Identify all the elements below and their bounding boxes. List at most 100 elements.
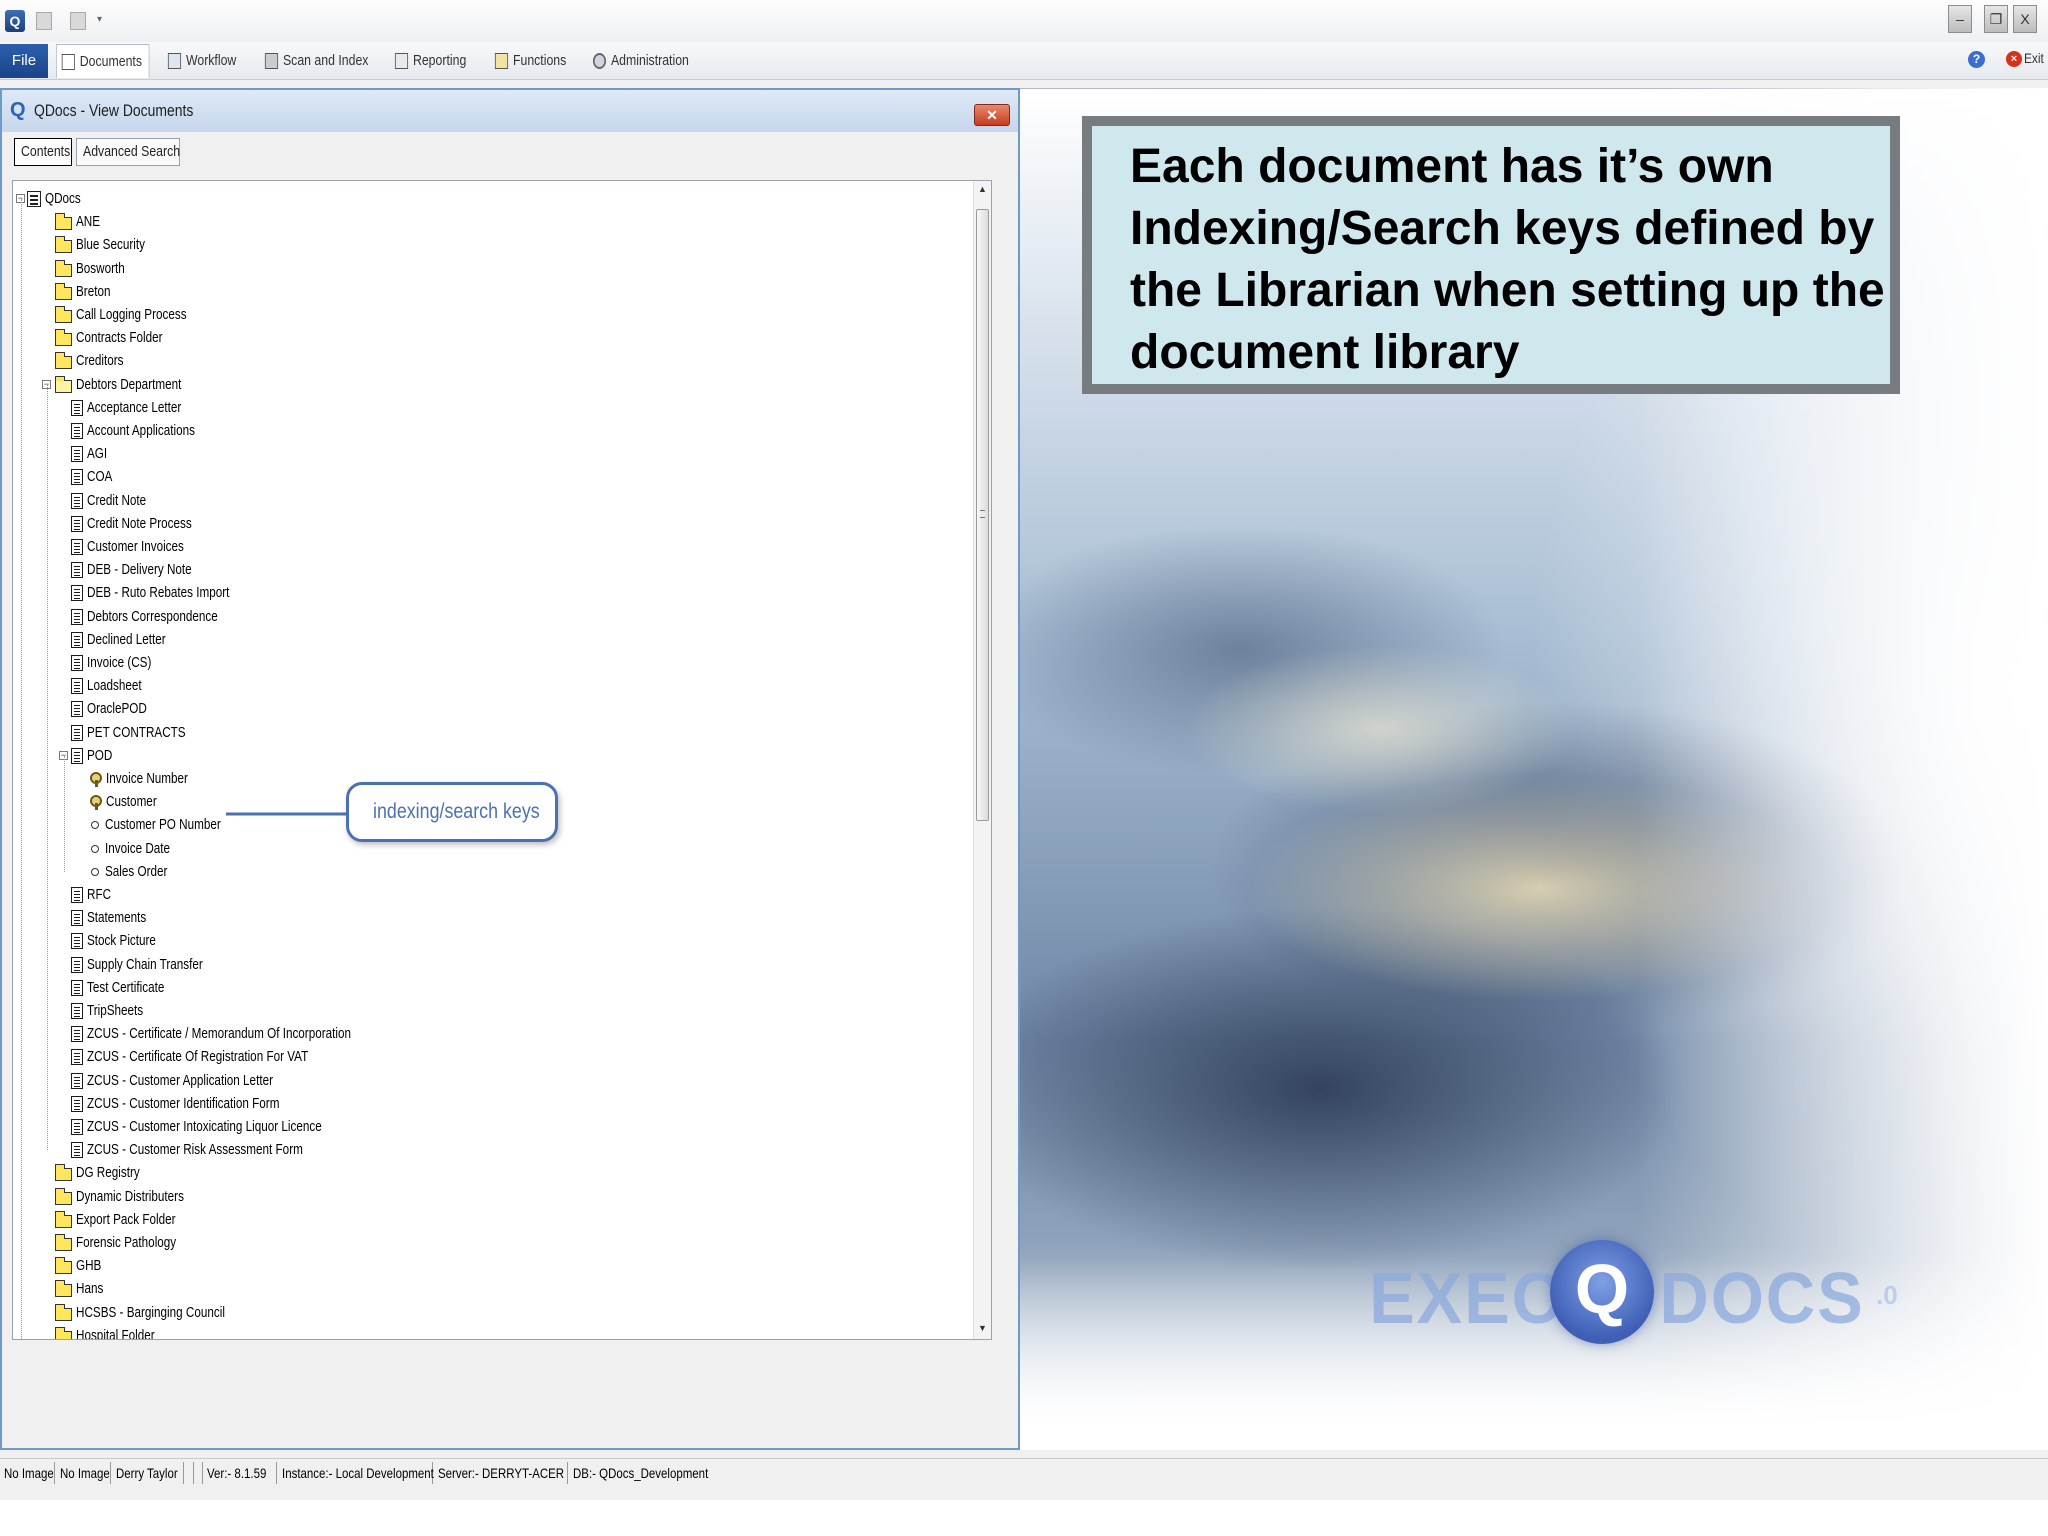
tree-node-pet-contracts[interactable]: PET CONTRACTS	[71, 721, 213, 744]
tree-node-ghb[interactable]: GHB	[55, 1254, 109, 1277]
tree-node-credit-note-process[interactable]: Credit Note Process	[71, 512, 221, 535]
tree-node-export-pack-folder[interactable]: Export Pack Folder	[55, 1208, 204, 1231]
tree-node-zcus-customer-risk-assessment-form[interactable]: ZCUS - Customer Risk Assessment Form	[71, 1138, 364, 1161]
tab-functions[interactable]: Functions	[490, 44, 573, 78]
file-menu[interactable]: File	[0, 44, 48, 78]
tree-node-creditors[interactable]: Creditors	[55, 349, 137, 372]
tree-node-customer[interactable]: Customer	[89, 790, 171, 813]
restore-icon[interactable]: ❐	[1984, 5, 2008, 33]
tree-node-tripsheets[interactable]: TripSheets	[71, 999, 159, 1022]
tree-node-customer-po-number[interactable]: Customer PO Number	[89, 813, 253, 836]
save-icon[interactable]	[36, 12, 52, 30]
tree-node-zcus-customer-intoxicating-liquor-licence[interactable]: ZCUS - Customer Intoxicating Liquor Lice…	[71, 1115, 388, 1138]
app-logo-icon[interactable]: Q	[5, 10, 25, 32]
minimize-icon[interactable]: –	[1948, 5, 1972, 33]
document-icon	[71, 887, 83, 904]
tree-node-label: Hans	[76, 1280, 104, 1298]
tab-advanced-search[interactable]: Advanced Search	[76, 138, 180, 166]
tree-node-invoice-cs[interactable]: Invoice (CS)	[71, 651, 170, 674]
close-icon[interactable]: X	[2013, 5, 2037, 33]
exit-button[interactable]: Exit	[2024, 50, 2044, 66]
tree-node-label: DEB - Delivery Note	[87, 561, 192, 579]
tree-node-label: Declined Letter	[87, 630, 166, 648]
tree-node-hcsbs-barginging-council[interactable]: HCSBS - Barginging Council	[55, 1301, 267, 1324]
tree-node-stock-picture[interactable]: Stock Picture	[71, 929, 175, 952]
help-icon[interactable]: ?	[1968, 51, 1985, 68]
tree-node-acceptance-letter[interactable]: Acceptance Letter	[71, 396, 208, 419]
tree-node-zcus-customer-identification-form[interactable]: ZCUS - Customer Identification Form	[71, 1092, 334, 1115]
tree-node-label: Customer	[106, 793, 157, 811]
tree-scrollbar[interactable]: ▲ ▼	[973, 181, 991, 1339]
status-server-text: Server:- DERRYT-ACER	[438, 1465, 565, 1481]
document-icon	[71, 1003, 83, 1020]
document-icon	[71, 678, 83, 695]
tree-node-blue-security[interactable]: Blue Security	[55, 233, 164, 256]
tab-reporting[interactable]: Reporting	[390, 44, 473, 78]
tree-node-dynamic-distributers[interactable]: Dynamic Distributers	[55, 1185, 214, 1208]
tree-node-invoice-date[interactable]: Invoice Date	[89, 837, 188, 860]
tab-workflow[interactable]: Workflow	[163, 44, 243, 78]
document-icon	[71, 1119, 83, 1136]
report-icon	[394, 53, 409, 69]
customize-quick-access-icon[interactable]: ▾	[97, 14, 102, 25]
tree-connector	[64, 755, 65, 872]
tree-node-sales-order[interactable]: Sales Order	[89, 860, 185, 883]
tree-node-qdocs[interactable]: QDocs	[27, 187, 91, 210]
tree-node-contracts-folder[interactable]: Contracts Folder	[55, 326, 187, 349]
tree-node-hospital-folder[interactable]: Hospital Folder	[55, 1324, 177, 1339]
view-documents-window: Q QDocs - View Documents ✕ Contents Adva…	[0, 88, 1020, 1450]
tree-node-oraclepod[interactable]: OraclePOD	[71, 697, 164, 720]
tree-node-rfc[interactable]: RFC	[71, 883, 118, 906]
tree-node-loadsheet[interactable]: Loadsheet	[71, 674, 157, 697]
tree-node-debtors-department[interactable]: Debtors Department	[55, 373, 211, 396]
tab-contents[interactable]: Contents	[14, 138, 72, 166]
tree-node-hans[interactable]: Hans	[55, 1277, 111, 1300]
tree-node-debtors-correspondence[interactable]: Debtors Correspondence	[71, 605, 255, 628]
tree-node-bosworth[interactable]: Bosworth	[55, 257, 139, 280]
tree-node-account-applications[interactable]: Account Applications	[71, 419, 225, 442]
tree-node-zcus-customer-application-letter[interactable]: ZCUS - Customer Application Letter	[71, 1069, 325, 1092]
status-instance: Instance:- Local Development	[278, 1462, 434, 1484]
tab-documents[interactable]: Documents	[56, 44, 150, 78]
scroll-down-icon[interactable]: ▼	[978, 1323, 987, 1333]
document-icon	[71, 747, 83, 764]
print-icon[interactable]	[70, 12, 86, 30]
tree-node-breton[interactable]: Breton	[55, 280, 120, 303]
status-user: Derry Taylor	[112, 1462, 184, 1484]
tree-node-test-certificate[interactable]: Test Certificate	[71, 976, 186, 999]
tree-node-credit-note[interactable]: Credit Note	[71, 489, 163, 512]
scroll-up-icon[interactable]: ▲	[978, 184, 987, 194]
tree-node-label: OraclePOD	[87, 700, 147, 718]
tree-node-statements[interactable]: Statements	[71, 906, 163, 929]
document-icon	[71, 492, 83, 509]
tree-node-zcus-certificate-memorandum-of-incorporation[interactable]: ZCUS - Certificate / Memorandum Of Incor…	[71, 1022, 425, 1045]
tab-reporting-label: Reporting	[412, 52, 467, 69]
tree-node-forensic-pathology[interactable]: Forensic Pathology	[55, 1231, 204, 1254]
tree-node-zcus-certificate-of-registration-for-vat[interactable]: ZCUS - Certificate Of Registration For V…	[71, 1045, 371, 1068]
tree-node-label: TripSheets	[87, 1002, 144, 1019]
tree-node-deb-ruto-rebates-import[interactable]: DEB - Ruto Rebates Import	[71, 581, 270, 604]
tree-node-call-logging-process[interactable]: Call Logging Process	[55, 303, 218, 326]
scrollbar-thumb[interactable]	[976, 209, 989, 821]
tree-node-agi[interactable]: AGI	[71, 442, 113, 465]
tab-scan-and-index[interactable]: Scan and Index	[260, 44, 375, 78]
tree-node-supply-chain-transfer[interactable]: Supply Chain Transfer	[71, 953, 235, 976]
tree-node-pod[interactable]: POD	[71, 744, 120, 767]
folder-icon	[55, 1187, 72, 1205]
tab-documents-label: Documents	[79, 53, 142, 70]
document-icon	[71, 562, 83, 579]
window-close-button[interactable]: ✕	[974, 104, 1010, 126]
document-icon	[71, 933, 83, 950]
exit-icon[interactable]: ×	[2006, 51, 2022, 67]
tree-node-coa[interactable]: COA	[71, 465, 120, 488]
tree-node-label: Invoice Number	[106, 770, 188, 787]
tab-administration[interactable]: Administration	[588, 44, 695, 78]
document-icon	[71, 910, 83, 927]
tree-node-ane[interactable]: ANE	[55, 210, 107, 233]
tree-node-deb-delivery-note[interactable]: DEB - Delivery Note	[71, 558, 221, 581]
document-icon	[71, 585, 83, 602]
tree-node-invoice-number[interactable]: Invoice Number	[89, 767, 211, 790]
tree-node-dg-registry[interactable]: DG Registry	[55, 1161, 158, 1184]
tree-node-customer-invoices[interactable]: Customer Invoices	[71, 535, 211, 558]
tree-node-declined-letter[interactable]: Declined Letter	[71, 628, 188, 651]
